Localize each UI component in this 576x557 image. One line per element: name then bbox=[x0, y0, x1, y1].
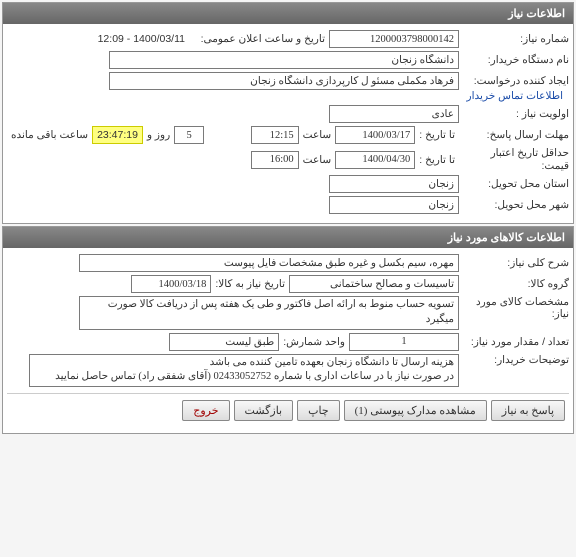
until-label: تا تاریخ : bbox=[415, 129, 459, 141]
need-until-field[interactable] bbox=[131, 275, 211, 293]
notes-field[interactable] bbox=[29, 354, 459, 387]
back-button[interactable]: بازگشت bbox=[234, 400, 294, 421]
contact-link[interactable]: اطلاعات تماس خریدار bbox=[467, 90, 569, 102]
time-label-1: ساعت bbox=[299, 129, 336, 141]
exit-button[interactable]: خروج bbox=[182, 400, 229, 421]
buyer-label: نام دستگاه خریدار: bbox=[459, 54, 569, 66]
min-valid-label: حداقل تاریخ اعتبار قیمت: bbox=[459, 147, 569, 172]
requester-field[interactable] bbox=[109, 72, 459, 90]
panel1-title: اطلاعات نیاز bbox=[3, 3, 573, 24]
panel2-title: اطلاعات کالاهای مورد نیاز bbox=[3, 227, 573, 248]
deadline-date-field[interactable] bbox=[335, 126, 415, 144]
deliver-city-label: شهر محل تحویل: bbox=[459, 199, 569, 211]
need-until-label: تاریخ نیاز به کالا: bbox=[211, 278, 289, 290]
spec-label: مشخصات کالای مورد نیاز: bbox=[459, 296, 569, 320]
time-label-2: ساعت bbox=[299, 154, 336, 166]
need-no-field[interactable] bbox=[329, 30, 459, 48]
attachments-button[interactable]: مشاهده مدارک پیوستی (1) bbox=[344, 400, 487, 421]
deliver-city-field[interactable] bbox=[329, 196, 459, 214]
deadline-time-field[interactable] bbox=[251, 126, 299, 144]
button-row: پاسخ به نیاز مشاهده مدارک پیوستی (1) چاپ… bbox=[7, 393, 569, 427]
deliver-state-field[interactable] bbox=[329, 175, 459, 193]
need-info-panel: اطلاعات نیاز شماره نیاز: تاریخ و ساعت اع… bbox=[2, 2, 574, 224]
deadline-label: مهلت ارسال پاسخ: bbox=[459, 129, 569, 141]
days-field[interactable] bbox=[174, 126, 204, 144]
valid-date-field[interactable] bbox=[335, 151, 415, 169]
priority-field[interactable] bbox=[329, 105, 459, 123]
qty-field[interactable] bbox=[349, 333, 459, 351]
spec-field[interactable] bbox=[79, 296, 459, 329]
need-no-label: شماره نیاز: bbox=[459, 33, 569, 45]
buyer-field[interactable] bbox=[109, 51, 459, 69]
countdown-value: 23:47:19 bbox=[92, 126, 143, 144]
deliver-state-label: استان محل تحویل: bbox=[459, 178, 569, 190]
desc-field[interactable] bbox=[79, 254, 459, 272]
remaining-label: ساعت باقی مانده bbox=[7, 129, 92, 141]
unit-field[interactable] bbox=[169, 333, 279, 351]
goods-info-panel: اطلاعات کالاهای مورد نیاز شرح کلی نیاز: … bbox=[2, 226, 574, 434]
announce-value: 1400/03/11 - 12:09 bbox=[94, 32, 189, 46]
notes-label: توضیحات خریدار: bbox=[459, 354, 569, 366]
valid-until-label: تا تاریخ : bbox=[415, 154, 459, 166]
print-button[interactable]: چاپ bbox=[297, 400, 340, 421]
valid-time-field[interactable] bbox=[251, 151, 299, 169]
days-label: روز و bbox=[143, 129, 174, 141]
reply-button[interactable]: پاسخ به نیاز bbox=[491, 400, 565, 421]
desc-label: شرح کلی نیاز: bbox=[459, 257, 569, 269]
priority-label: اولویت نیاز : bbox=[459, 108, 569, 120]
group-label: گروه کالا: bbox=[459, 278, 569, 290]
announce-label: تاریخ و ساعت اعلان عمومی: bbox=[189, 33, 329, 45]
qty-label: تعداد / مقدار مورد نیاز: bbox=[459, 336, 569, 348]
unit-label: واحد شمارش: bbox=[279, 336, 349, 348]
group-field[interactable] bbox=[289, 275, 459, 293]
requester-label: ایجاد کننده درخواست: bbox=[459, 75, 569, 87]
